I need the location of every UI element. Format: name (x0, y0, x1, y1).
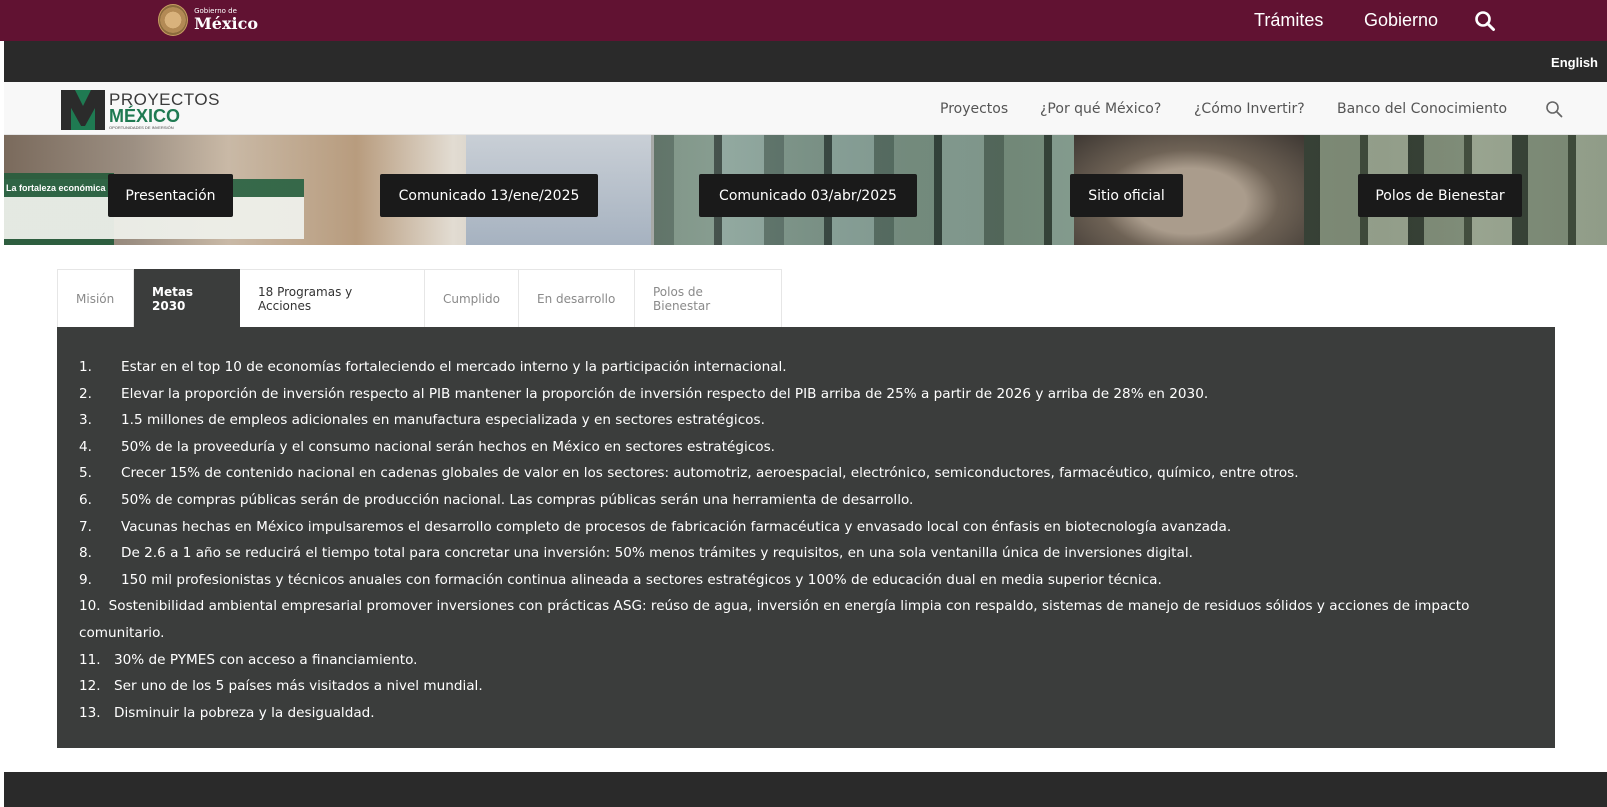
nav-link-banco-del-conocimiento[interactable]: Banco del Conocimiento (1337, 82, 1507, 135)
hero-banner: La fortaleza económica Presentación Comu… (4, 135, 1607, 245)
banner-button-sitio-oficial[interactable]: Sitio oficial (1070, 174, 1183, 217)
goal-number: 12. (79, 678, 101, 695)
site-navbar: PROYECTOS MÉXICO OPORTUNIDADES DE INVERS… (4, 82, 1607, 135)
goal-item: 3. 1.5 millones de empleos adicionales en… (79, 407, 1555, 434)
goal-number: 11. (79, 651, 101, 668)
banner-button-polos-de-bienestar[interactable]: Polos de Bienestar (1358, 174, 1522, 217)
goal-text: Crecer 15% de contenido nacional en cade… (121, 465, 1299, 482)
gov-logo-text: Gobierno de México (194, 8, 258, 32)
nav-link-tramites[interactable]: Trámites (1254, 0, 1323, 41)
tab-18-programas[interactable]: 18 Programas y Acciones (240, 269, 425, 327)
nav-link-como-invertir[interactable]: ¿Cómo Invertir? (1194, 82, 1305, 135)
brand-line-3: OPORTUNIDADES DE INVERSIÓN (109, 124, 174, 130)
tab-en-desarrollo[interactable]: En desarrollo (519, 269, 635, 327)
goal-number: 9. (79, 571, 92, 588)
goal-item: 6. 50% de compras públicas serán de produ… (79, 487, 1555, 514)
goal-item: 7. Vacunas hechas en México impulsaremos … (79, 514, 1555, 541)
gobierno-de-mexico-logo[interactable]: Gobierno de México (158, 3, 258, 37)
tab-bar: Misión Metas 2030 18 Programas y Accione… (57, 269, 782, 327)
goal-item: 11. 30% de PYMES con acceso a financiamie… (79, 647, 1555, 674)
goal-item: 9. 150 mil profesionistas y técnicos anua… (79, 567, 1555, 594)
search-icon[interactable] (1474, 10, 1496, 32)
goal-item: 5. Crecer 15% de contenido nacional en ca… (79, 460, 1555, 487)
brand-line-2: MÉXICO (109, 105, 181, 126)
goal-number: 1. (79, 359, 92, 375)
gov-top-bar: Gobierno de México Trámites Gobierno (0, 0, 1607, 41)
nav-link-por-que-mexico[interactable]: ¿Por qué México? (1040, 82, 1161, 135)
goal-number: 2. (79, 385, 92, 402)
goal-text: 50% de la proveeduría y el consumo nacio… (121, 438, 775, 455)
goal-text: 30% de PYMES con acceso a financiamiento… (114, 651, 418, 668)
goal-number: 13. (79, 704, 101, 721)
goal-text: Vacunas hechas en México impulsaremos el… (121, 518, 1232, 535)
banner-button-comunicado-03-abr[interactable]: Comunicado 03/abr/2025 (699, 174, 917, 217)
brand-line-1: PROYECTOS (109, 89, 220, 109)
nav-link-proyectos[interactable]: Proyectos (940, 82, 1008, 135)
goal-text: 50% de compras públicas serán de producc… (121, 491, 914, 508)
language-bar: English (4, 41, 1607, 82)
goal-text: 1.5 millones de empleos adicionales en m… (121, 412, 765, 429)
goal-item: 2. Elevar la proporción de inversión resp… (79, 381, 1555, 408)
goal-text: Elevar la proporción de inversión respec… (121, 385, 1209, 402)
proyectos-mexico-mark-icon (61, 90, 105, 130)
goal-number: 4. (79, 438, 92, 455)
goal-item: 12. Ser uno de los 5 países más visitados… (79, 673, 1555, 700)
footer-bar (4, 772, 1607, 807)
tab-mision[interactable]: Misión (57, 269, 134, 327)
goal-item: 10. Sostenibilidad ambiental empresarial … (79, 593, 1555, 646)
metas-2030-panel: 1. Estar en el top 10 de economías fortal… (57, 327, 1555, 748)
goal-item: 13. Disminuir la pobreza y la desigualdad… (79, 700, 1555, 727)
goal-text: Sostenibilidad ambiental empresarial pro… (79, 598, 1470, 641)
goal-text: Ser uno de los 5 países más visitados a … (114, 678, 483, 695)
banner-button-comunicado-13-ene[interactable]: Comunicado 13/ene/2025 (380, 174, 598, 217)
goal-number: 5. (79, 465, 92, 482)
tab-cumplido[interactable]: Cumplido (425, 269, 519, 327)
gov-logo-big: México (194, 14, 258, 33)
brand-text: PROYECTOS MÉXICO OPORTUNIDADES DE INVERS… (109, 91, 220, 130)
goal-number: 7. (79, 518, 92, 535)
goal-text: Disminuir la pobreza y la desigualdad. (114, 704, 375, 721)
proyectos-mexico-logo[interactable]: PROYECTOS MÉXICO OPORTUNIDADES DE INVERS… (61, 88, 220, 132)
goal-number: 6. (79, 491, 92, 508)
goal-number: 8. (79, 545, 92, 562)
language-link-english[interactable]: English (1551, 55, 1598, 70)
goal-number: 3. (79, 412, 92, 429)
goal-item: 4. 50% de la proveeduría y el consumo nac… (79, 434, 1555, 461)
tab-metas-2030[interactable]: Metas 2030 (134, 269, 240, 327)
search-icon[interactable] (1545, 100, 1563, 118)
banner-button-presentacion[interactable]: Presentación (108, 174, 233, 217)
goal-text: Estar en el top 10 de economías fortalec… (121, 359, 787, 375)
goal-item: 1. Estar en el top 10 de economías fortal… (79, 354, 1555, 381)
goal-item: 8. De 2.6 a 1 año se reducirá el tiempo t… (79, 540, 1555, 567)
goal-number: 10. (79, 598, 101, 615)
banner-strip-text: La fortaleza económica (6, 183, 106, 193)
goal-text: De 2.6 a 1 año se reducirá el tiempo tot… (121, 545, 1193, 562)
nav-link-gobierno[interactable]: Gobierno (1364, 0, 1438, 41)
tab-polos-de-bienestar[interactable]: Polos de Bienestar (635, 269, 782, 327)
mexico-seal-icon (158, 4, 189, 36)
goal-text: 150 mil profesionistas y técnicos anuale… (121, 571, 1162, 588)
